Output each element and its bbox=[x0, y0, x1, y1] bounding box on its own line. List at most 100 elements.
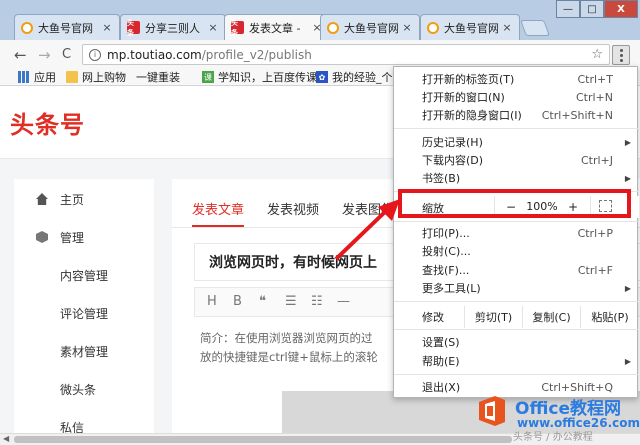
tab-publish[interactable]: 头条 发表文章 - × bbox=[224, 14, 330, 40]
close-icon[interactable]: × bbox=[501, 21, 513, 34]
menu-label: 下载内容(D) bbox=[422, 154, 484, 167]
maximize-button[interactable]: □ bbox=[580, 0, 604, 18]
menu-downloads[interactable]: 下载内容(D) Ctrl+J bbox=[394, 151, 639, 169]
close-icon[interactable]: × bbox=[207, 21, 219, 34]
close-icon[interactable]: × bbox=[101, 21, 113, 34]
menu-label: 打开新的标签页(T) bbox=[422, 73, 515, 86]
menu-help[interactable]: 帮助(E) ▶ bbox=[394, 352, 639, 370]
sidebar-item-comments[interactable]: 评论管理 bbox=[14, 303, 154, 323]
dayu-fish-icon bbox=[21, 21, 33, 34]
cube-icon bbox=[36, 231, 48, 243]
divider-icon[interactable]: — bbox=[337, 294, 350, 309]
scrollbar-thumb[interactable] bbox=[14, 436, 512, 443]
tab-title: 大鱼号官网 bbox=[444, 21, 498, 35]
tab-dayu-2[interactable]: 大鱼号官网 × bbox=[320, 14, 420, 40]
menu-label: 帮助(E) bbox=[422, 355, 460, 368]
bookmark-label: 应用 bbox=[34, 71, 56, 84]
bookmark-apps[interactable]: 应用 bbox=[18, 69, 56, 85]
sidebar-item-weitoutiao[interactable]: 微头条 bbox=[14, 379, 154, 399]
menu-shortcut: Ctrl+P bbox=[577, 226, 613, 240]
cut-button[interactable]: 剪切(T) bbox=[464, 306, 522, 328]
submenu-arrow-icon: ▶ bbox=[624, 137, 631, 147]
bookmark-label: 一键重装 bbox=[136, 71, 180, 84]
minimize-button[interactable]: — bbox=[556, 0, 580, 18]
menu-divider bbox=[394, 221, 639, 222]
baidu-paw-icon: ✿ bbox=[316, 71, 328, 83]
toutiao-icon: 头条 bbox=[231, 19, 244, 37]
dayu-fish-icon bbox=[327, 21, 339, 34]
apps-icon bbox=[18, 71, 30, 83]
menu-new-incognito[interactable]: 打开新的隐身窗口(I) Ctrl+Shift+N bbox=[394, 106, 639, 124]
menu-divider bbox=[394, 128, 639, 129]
tab-title: 发表文章 - bbox=[249, 21, 301, 35]
office-logo-icon bbox=[479, 396, 505, 426]
heading-icon[interactable]: H bbox=[207, 294, 217, 309]
sidebar-item-label: 内容管理 bbox=[60, 268, 109, 283]
url-path: /profile_v2/publish bbox=[201, 47, 312, 62]
forward-button[interactable]: → bbox=[38, 46, 51, 64]
menu-divider bbox=[394, 301, 639, 302]
submenu-arrow-icon: ▶ bbox=[624, 173, 631, 183]
chrome-menu-button[interactable] bbox=[612, 45, 630, 65]
tab-publish-video[interactable]: 发表视频 bbox=[267, 199, 319, 218]
menu-more-tools[interactable]: 更多工具(L) ▶ bbox=[394, 279, 639, 297]
sidebar-item-label: 管理 bbox=[60, 230, 85, 245]
zoom-highlight-box bbox=[398, 189, 631, 218]
numbered-list-icon[interactable]: ☷ bbox=[311, 294, 323, 309]
tab-title: 大鱼号官网 bbox=[38, 21, 93, 35]
browser-toolbar: ← → C i mp.toutiao.com/profile_v2/publis… bbox=[0, 40, 640, 68]
menu-divider bbox=[394, 374, 639, 375]
bookmark-jingyan[interactable]: ✿ 我的经验_个人 bbox=[316, 69, 404, 85]
watermark-sub: 头条号 / 办公教程 bbox=[513, 432, 593, 443]
tab-title: 分享三则人 bbox=[145, 21, 200, 35]
scroll-left-icon[interactable]: ◀ bbox=[3, 434, 9, 443]
bold-icon[interactable]: B bbox=[233, 294, 242, 309]
close-icon[interactable]: × bbox=[401, 21, 413, 34]
bullet-list-icon[interactable]: ☰ bbox=[285, 294, 297, 309]
bookmark-reinstall[interactable]: 一键重装 bbox=[136, 69, 180, 168]
sidebar-item-content[interactable]: 内容管理 bbox=[14, 265, 154, 285]
menu-history[interactable]: 历史记录(H) ▶ bbox=[394, 133, 639, 151]
menu-new-window[interactable]: 打开新的窗口(N) Ctrl+N bbox=[394, 88, 639, 106]
menu-find[interactable]: 查找(F)... Ctrl+F bbox=[394, 261, 639, 279]
sidebar-item-manage[interactable]: 管理 bbox=[14, 227, 154, 247]
menu-bookmarks[interactable]: 书签(B) ▶ bbox=[394, 169, 639, 187]
menu-shortcut: Ctrl+F bbox=[577, 263, 613, 277]
annotation-arrow-icon bbox=[334, 199, 400, 261]
bookmark-shopping[interactable]: 网上购物 bbox=[66, 69, 126, 85]
menu-new-tab[interactable]: 打开新的标签页(T) Ctrl+T bbox=[394, 70, 639, 88]
address-bar[interactable]: i mp.toutiao.com/profile_v2/publish ☆ bbox=[82, 44, 610, 65]
edit-label: 修改 bbox=[422, 311, 444, 324]
edit-label-wrap: 修改 bbox=[394, 308, 464, 326]
star-icon[interactable]: ☆ bbox=[591, 47, 603, 62]
bookmark-chuanke[interactable]: 课学知识，上百度传课 bbox=[202, 69, 317, 85]
menu-print[interactable]: 打印(P)... Ctrl+P bbox=[394, 224, 639, 242]
reload-button[interactable]: C bbox=[62, 47, 71, 62]
tab-publish-article[interactable]: 发表文章 bbox=[192, 199, 244, 218]
sidebar-item-messages[interactable]: 私信 bbox=[14, 417, 154, 434]
tab-strip: 大鱼号官网 × 头条 分享三则人 × 头条 发表文章 - × 大鱼号官网 × 大… bbox=[0, 0, 640, 40]
menu-label: 查找(F)... bbox=[422, 264, 470, 277]
menu-edit-row: 修改 剪切(T) 复制(C) 粘贴(P) bbox=[394, 306, 639, 328]
tab-dayu-3[interactable]: 大鱼号官网 × bbox=[420, 14, 520, 40]
menu-label: 更多工具(L) bbox=[422, 282, 481, 295]
menu-cast[interactable]: 投射(C)... bbox=[394, 242, 639, 260]
tab-share[interactable]: 头条 分享三则人 × bbox=[120, 14, 226, 40]
sidebar-item-materials[interactable]: 素材管理 bbox=[14, 341, 154, 361]
info-icon[interactable]: i bbox=[89, 48, 101, 61]
copy-button[interactable]: 复制(C) bbox=[522, 306, 580, 328]
quote-icon[interactable]: ❝ bbox=[259, 294, 266, 309]
close-window-button[interactable]: X bbox=[604, 0, 638, 18]
sidebar-item-label: 微头条 bbox=[60, 382, 97, 397]
sidebar-item-home[interactable]: 主页 bbox=[14, 189, 154, 209]
new-tab-button[interactable] bbox=[520, 20, 550, 36]
toutiao-icon: 头条 bbox=[127, 19, 140, 37]
bookmark-label: 网上购物 bbox=[82, 71, 126, 84]
menu-label: 打开新的隐身窗口(I) bbox=[422, 109, 522, 122]
paste-button[interactable]: 粘贴(P) bbox=[580, 306, 639, 328]
back-button[interactable]: ← bbox=[14, 46, 27, 64]
menu-shortcut: Ctrl+T bbox=[577, 72, 613, 86]
tab-dayu-1[interactable]: 大鱼号官网 × bbox=[14, 14, 120, 40]
menu-settings[interactable]: 设置(S) bbox=[394, 333, 639, 351]
toutiao-logo[interactable]: 头条号 bbox=[10, 105, 85, 140]
